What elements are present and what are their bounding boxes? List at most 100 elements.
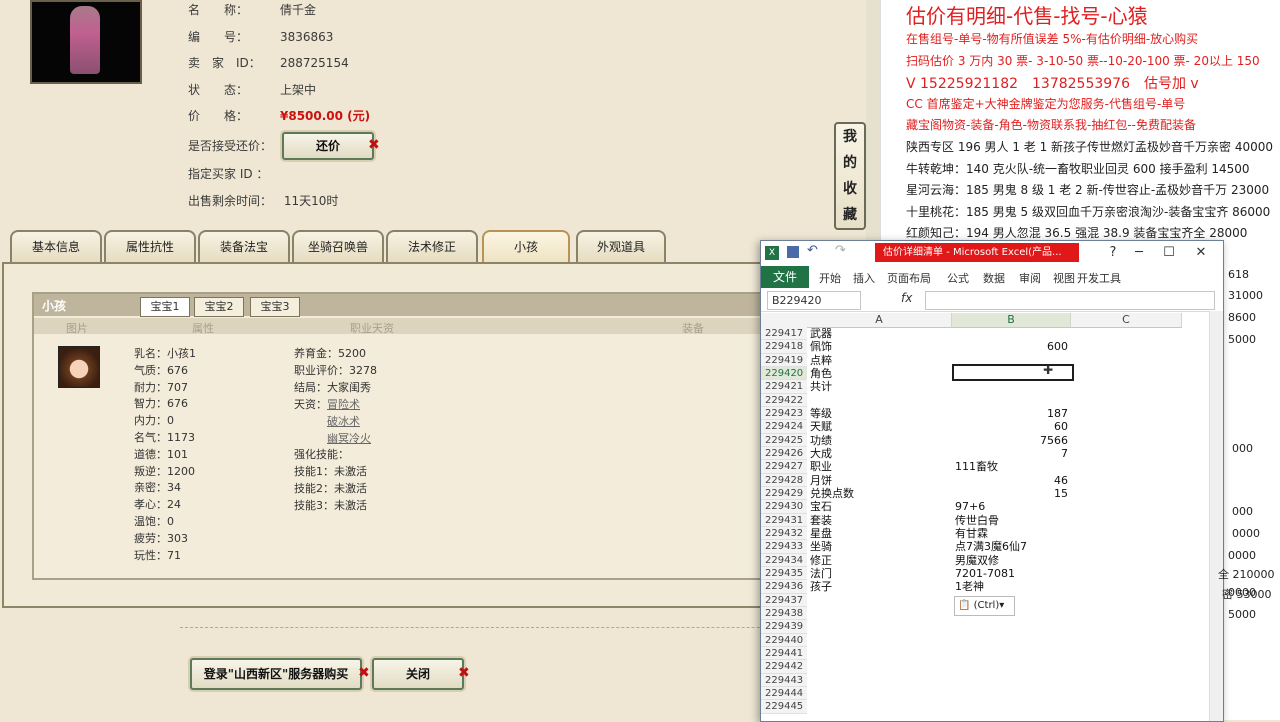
cell-a[interactable]: 坐骑 (810, 540, 950, 553)
row-header[interactable]: 229429 (761, 486, 807, 501)
row-header[interactable]: 229425 (761, 433, 807, 447)
row-header[interactable]: 229427 (761, 460, 807, 474)
cell-b[interactable] (955, 674, 1071, 687)
subtab-baby2[interactable]: 宝宝2 (194, 297, 244, 317)
talent-link[interactable]: 冒险术 (327, 396, 360, 413)
save-icon[interactable] (787, 246, 799, 258)
row-header[interactable]: 229419 (761, 353, 807, 367)
cell-a[interactable] (810, 594, 950, 607)
select-all-corner[interactable] (761, 313, 807, 328)
cell-a[interactable]: 月饼 (810, 474, 950, 487)
cell-b[interactable]: 7566 (952, 434, 1068, 447)
talent-link[interactable]: 幽冥冷火 (327, 430, 371, 447)
help-icon[interactable]: ? (1101, 243, 1125, 263)
cell-b[interactable] (955, 687, 1071, 700)
cell-a[interactable] (810, 647, 950, 660)
cell-b[interactable]: 传世白骨 (955, 514, 1071, 527)
row-header[interactable]: 229430 (761, 500, 807, 514)
row-header[interactable]: 229441 (761, 646, 807, 661)
formula-input[interactable] (925, 291, 1215, 310)
tab-6[interactable]: 外观道具 (576, 230, 666, 262)
cell-a[interactable] (810, 700, 950, 713)
minimize-icon[interactable]: ─ (1127, 243, 1151, 263)
column-header-a[interactable]: A (807, 313, 952, 328)
cell-a[interactable]: 宝石 (810, 500, 950, 513)
ribbon-tab[interactable]: 公式 (947, 270, 969, 286)
ribbon-tab[interactable]: 插入 (853, 270, 875, 286)
cell-b[interactable]: 97+6 (955, 500, 1071, 513)
row-header[interactable]: 229436 (761, 580, 807, 594)
tab-1[interactable]: 属性抗性 (104, 230, 196, 262)
cell-b[interactable]: 7 (952, 447, 1068, 460)
cell-b[interactable]: 15 (952, 487, 1068, 500)
tab-3[interactable]: 坐骑召唤兽 (292, 230, 384, 262)
column-header-c[interactable]: C (1071, 313, 1182, 328)
cell-b[interactable]: 60 (952, 420, 1068, 433)
cell-b[interactable]: 男魔双修 (955, 554, 1071, 567)
row-header[interactable]: 229442 (761, 660, 807, 674)
cell-a[interactable]: 大成 (810, 447, 950, 460)
row-header[interactable]: 229444 (761, 686, 807, 701)
cell-a[interactable]: 孩子 (810, 580, 950, 593)
cell-b[interactable] (955, 647, 1071, 660)
subtab-baby3[interactable]: 宝宝3 (250, 297, 300, 317)
cell-b[interactable]: 有甘霖 (955, 527, 1071, 540)
row-header[interactable]: 229421 (761, 380, 807, 394)
row-header[interactable]: 229428 (761, 473, 807, 487)
cell-a[interactable] (810, 660, 950, 673)
row-header[interactable]: 229420 (761, 366, 807, 381)
vertical-scrollbar[interactable] (1209, 311, 1223, 721)
favorites-button[interactable]: 我的收藏 (834, 122, 866, 230)
row-header[interactable]: 229440 (761, 633, 807, 647)
ribbon-tab[interactable]: 开始 (819, 270, 841, 286)
cell-b[interactable] (955, 354, 1071, 367)
ribbon-tab[interactable]: 开发工具 (1077, 270, 1121, 286)
ribbon-tab[interactable]: 页面布局 (887, 270, 931, 286)
close-button[interactable]: 关闭 (372, 658, 464, 690)
cell-a[interactable]: 兑换点数 (810, 487, 950, 500)
cell-a[interactable]: 套装 (810, 514, 950, 527)
tab-0[interactable]: 基本信息 (10, 230, 102, 262)
tab-4[interactable]: 法术修正 (386, 230, 478, 262)
cell-a[interactable] (810, 620, 950, 633)
cell-b[interactable] (955, 327, 1071, 340)
cell-a[interactable]: 法门 (810, 567, 950, 580)
cell-a[interactable] (810, 634, 950, 647)
row-header[interactable]: 229445 (761, 700, 807, 714)
row-header[interactable]: 229431 (761, 513, 807, 527)
row-header[interactable]: 229437 (761, 593, 807, 607)
cell-b[interactable] (955, 394, 1071, 407)
row-header[interactable]: 229435 (761, 566, 807, 581)
tab-2[interactable]: 装备法宝 (198, 230, 290, 262)
cell-b[interactable] (955, 660, 1071, 673)
row-header[interactable]: 229424 (761, 420, 807, 434)
redo-icon[interactable]: ↷ (835, 243, 846, 258)
maximize-icon[interactable]: ☐ (1157, 243, 1181, 263)
cell-a[interactable] (810, 607, 950, 620)
row-header[interactable]: 229423 (761, 406, 807, 421)
undo-icon[interactable]: ↶ (807, 243, 818, 258)
cell-b[interactable] (955, 634, 1071, 647)
cell-a[interactable]: 天赋 (810, 420, 950, 433)
cell-b[interactable]: 1老神 (955, 580, 1071, 593)
file-tab[interactable]: 文件 (761, 266, 809, 288)
row-header[interactable]: 229433 (761, 540, 807, 554)
cell-a[interactable]: 职业 (810, 460, 950, 473)
ribbon-tab[interactable]: 审阅 (1019, 270, 1041, 286)
row-header[interactable]: 229439 (761, 620, 807, 634)
ribbon-tab[interactable]: 数据 (983, 270, 1005, 286)
cell-a[interactable]: 等级 (810, 407, 950, 420)
cell-a[interactable] (810, 394, 950, 407)
ribbon-tab[interactable]: 视图 (1053, 270, 1075, 286)
column-header-b[interactable]: B (952, 313, 1071, 328)
cell-a[interactable]: 修正 (810, 554, 950, 567)
cell-a[interactable] (810, 687, 950, 700)
cell-b[interactable] (955, 700, 1071, 713)
cell-a[interactable]: 武器 (810, 327, 950, 340)
fx-icon[interactable]: fx (901, 291, 912, 305)
cell-a[interactable]: 星盘 (810, 527, 950, 540)
cell-b[interactable]: 46 (952, 474, 1068, 487)
cell-b[interactable]: 187 (952, 407, 1068, 420)
cell-a[interactable]: 点粹 (810, 354, 950, 367)
cell-a[interactable]: 角色 (810, 367, 950, 380)
